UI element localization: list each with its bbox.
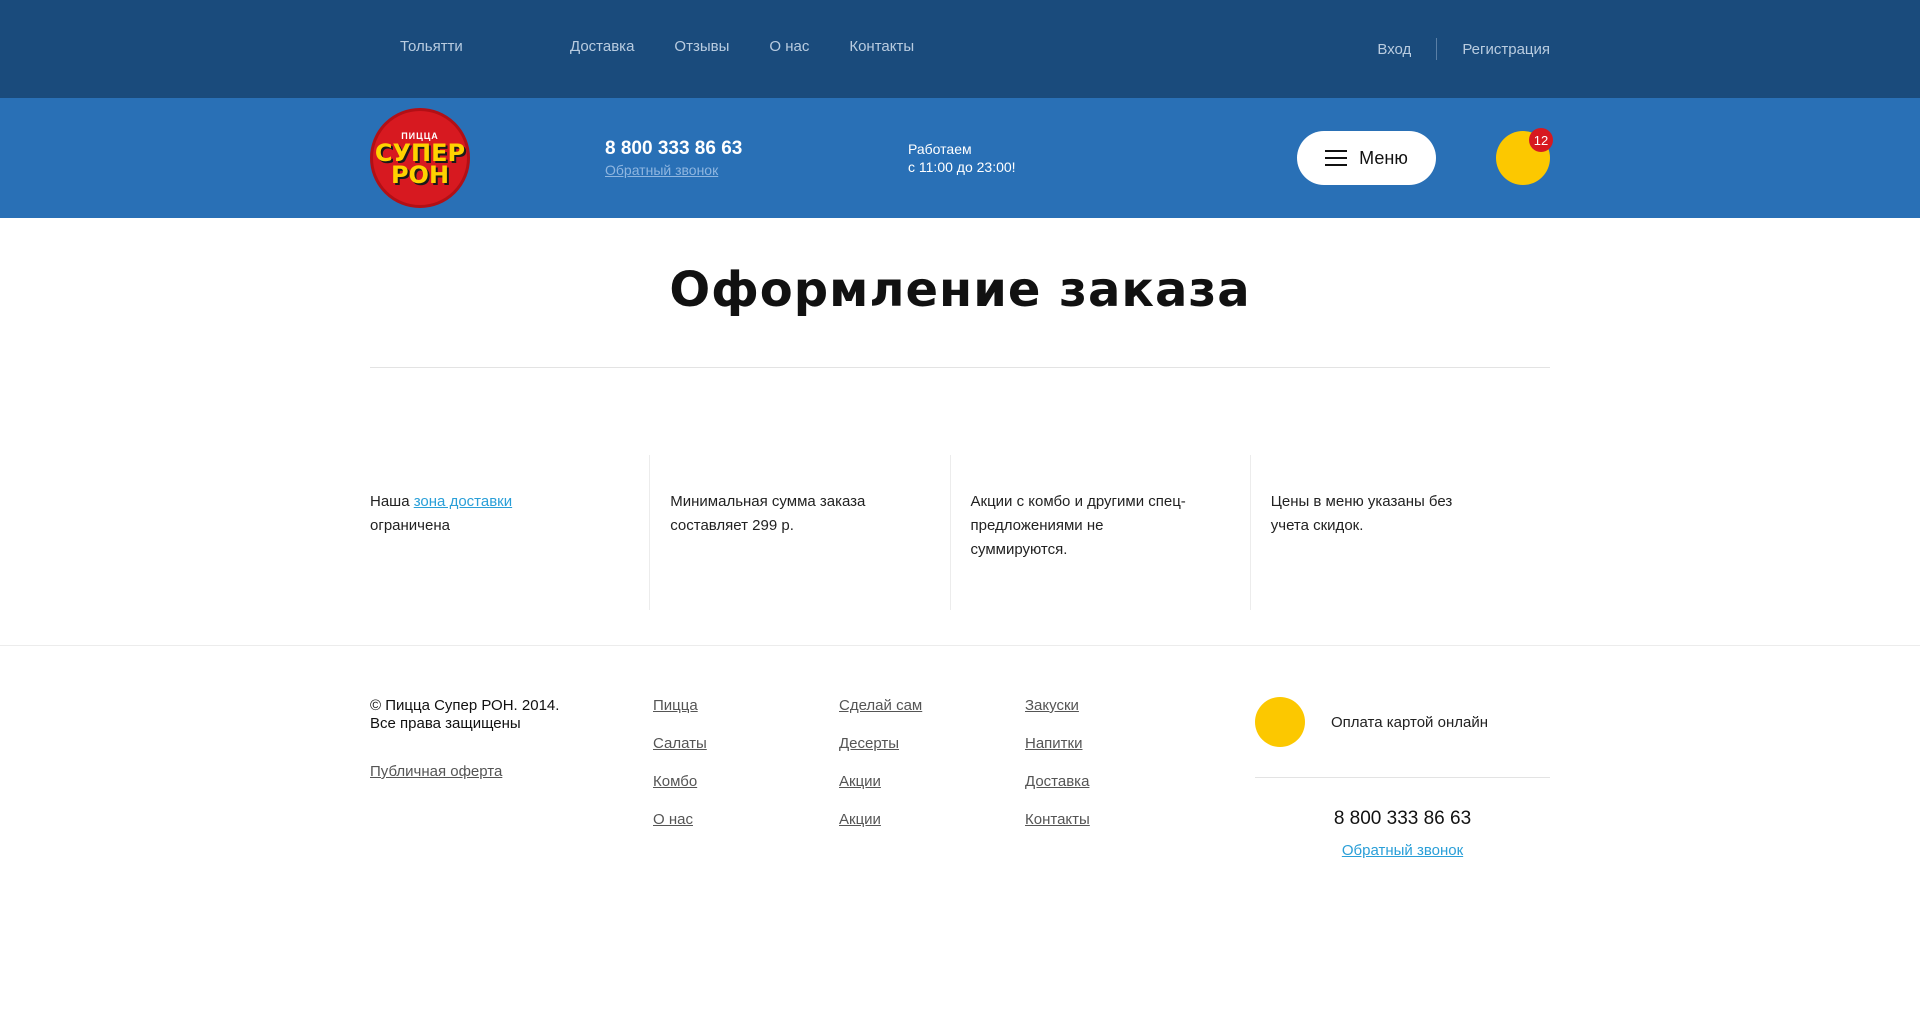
footer-link-diy[interactable]: Сделай сам xyxy=(839,697,922,715)
card-payment-label: Оплата картой онлайн xyxy=(1331,713,1488,731)
auth-divider xyxy=(1436,38,1438,60)
info-prices-text: Цены в меню указаны без учета скидок. xyxy=(1270,493,1453,534)
header-phone-block: 8 800 333 86 63 Обратный звонок xyxy=(605,138,742,178)
info-min-order-text: Минимальная сумма заказа составляет 299 … xyxy=(670,493,866,534)
footer-link-desserts[interactable]: Десерты xyxy=(839,735,922,753)
nav-reviews[interactable]: Отзывы xyxy=(674,38,729,55)
hours-line-2: с 11:00 до 23:00! xyxy=(908,159,1016,175)
info-delivery-prefix: Наша xyxy=(370,493,414,510)
login-link[interactable]: Вход xyxy=(1377,41,1411,58)
footer-divider xyxy=(0,645,1920,646)
order-info: Наша зона доставки ограничена Минимальна… xyxy=(370,455,1550,610)
footer-link-salads[interactable]: Салаты xyxy=(653,735,707,753)
menu-button[interactable]: Меню xyxy=(1297,131,1436,185)
page-title: Оформление заказа xyxy=(669,262,1251,318)
top-nav: Доставка Отзывы О нас Контакты xyxy=(570,38,914,55)
footer-links-col-1: Пицца Салаты Комбо О нас xyxy=(653,697,707,829)
footer-links-col-2: Сделай сам Десерты Акции Акции xyxy=(839,697,922,829)
cart-button[interactable]: 12 xyxy=(1496,128,1553,185)
info-delivery-suffix: ограничена xyxy=(370,517,450,534)
main-header: ПИЦЦА СУПЕР РОН 8 800 333 86 63 Обратный… xyxy=(0,98,1920,218)
info-combo: Акции с комбо и другими спец-предложения… xyxy=(949,455,1250,610)
city-selector[interactable]: Тольятти xyxy=(400,38,463,55)
info-prices: Цены в меню указаны без учета скидок. xyxy=(1249,455,1550,610)
footer-link-promos[interactable]: Акции xyxy=(839,773,922,791)
copyright-line-1: © Пицца Супер РОН. 2014. xyxy=(370,697,560,714)
footer-link-promos-2[interactable]: Акции xyxy=(839,811,922,829)
footer-links-col-3: Закуски Напитки Доставка Контакты xyxy=(1025,697,1090,829)
nav-about[interactable]: О нас xyxy=(769,38,809,55)
logo[interactable]: ПИЦЦА СУПЕР РОН xyxy=(370,108,470,208)
top-bar: Тольятти Доставка Отзывы О нас Контакты … xyxy=(0,0,1920,98)
working-hours: Работаем с 11:00 до 23:00! xyxy=(908,140,1016,176)
footer-phone[interactable]: 8 800 333 86 63 xyxy=(1255,808,1550,830)
nav-contacts[interactable]: Контакты xyxy=(849,38,914,55)
card-payment: Оплата картой онлайн xyxy=(1255,697,1488,747)
footer-link-contacts[interactable]: Контакты xyxy=(1025,811,1090,829)
logo-text-2: РОН xyxy=(390,160,450,189)
info-min-order: Минимальная сумма заказа составляет 299 … xyxy=(649,455,949,610)
header-phone[interactable]: 8 800 333 86 63 xyxy=(605,138,742,160)
copyright: © Пицца Супер РОН. 2014. Все права защищ… xyxy=(370,697,559,733)
footer-link-drinks[interactable]: Напитки xyxy=(1025,735,1090,753)
card-payment-icon xyxy=(1255,697,1305,747)
title-divider xyxy=(370,367,1550,368)
cart-count-badge: 12 xyxy=(1529,128,1553,152)
copyright-line-2: Все права защищены xyxy=(370,715,521,732)
hamburger-icon xyxy=(1325,150,1348,166)
footer-callback-link[interactable]: Обратный звонок xyxy=(1342,842,1463,859)
header-callback-link[interactable]: Обратный звонок xyxy=(605,162,742,178)
payment-divider xyxy=(1255,777,1550,778)
footer-link-about[interactable]: О нас xyxy=(653,811,707,829)
footer-callback: Обратный звонок xyxy=(1255,842,1550,859)
hours-line-1: Работаем xyxy=(908,141,972,157)
register-link[interactable]: Регистрация xyxy=(1462,41,1550,58)
public-offer-link[interactable]: Публичная оферта xyxy=(370,763,502,780)
nav-delivery[interactable]: Доставка xyxy=(570,38,634,55)
footer-link-pizza[interactable]: Пицца xyxy=(653,697,707,715)
info-combo-text: Акции с комбо и другими спец-предложения… xyxy=(970,493,1186,558)
footer-link-combo[interactable]: Комбо xyxy=(653,773,707,791)
footer-link-snacks[interactable]: Закуски xyxy=(1025,697,1090,715)
menu-button-label: Меню xyxy=(1359,147,1408,168)
info-delivery-zone: Наша зона доставки ограничена xyxy=(370,455,649,610)
footer-link-delivery[interactable]: Доставка xyxy=(1025,773,1090,791)
auth-links: Вход Регистрация xyxy=(1377,38,1550,60)
delivery-zone-link[interactable]: зона доставки xyxy=(414,493,512,510)
